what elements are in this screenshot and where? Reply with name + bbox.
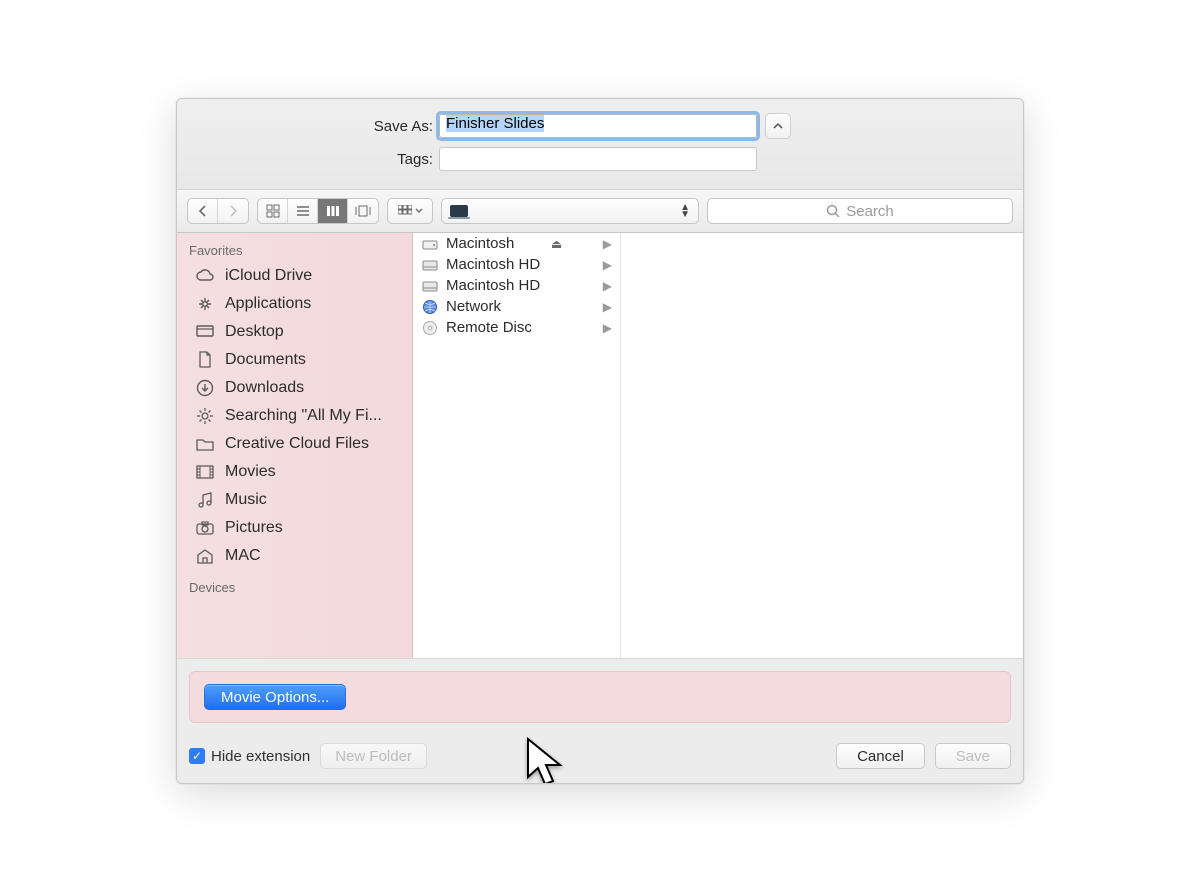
column-row[interactable]: Remote Disc ▶ bbox=[413, 317, 620, 338]
hide-extension-checkbox[interactable]: ✓ Hide extension bbox=[189, 748, 310, 765]
downloads-icon bbox=[195, 379, 215, 397]
forward-button[interactable] bbox=[218, 199, 248, 223]
tags-input[interactable] bbox=[439, 147, 757, 171]
eject-icon[interactable]: ⏏ bbox=[551, 237, 562, 251]
tags-label: Tags: bbox=[177, 151, 439, 168]
sidebar-item-home[interactable]: MAC bbox=[177, 542, 412, 570]
sidebar-item-icloud[interactable]: iCloud Drive bbox=[177, 262, 412, 290]
sidebar-item-ccfiles[interactable]: Creative Cloud Files bbox=[177, 430, 412, 458]
view-mode-segment bbox=[257, 198, 379, 224]
cancel-button[interactable]: Cancel bbox=[836, 743, 925, 769]
view-coverflow-button[interactable] bbox=[348, 199, 378, 223]
movie-options-button[interactable]: Movie Options... bbox=[204, 684, 346, 710]
browser-preview-pane bbox=[621, 233, 1023, 658]
gear-icon bbox=[195, 407, 215, 425]
computer-icon bbox=[450, 205, 468, 217]
nav-back-forward bbox=[187, 198, 249, 224]
cloud-icon bbox=[195, 267, 215, 285]
sidebar-item-smartsearch[interactable]: Searching "All My Fi... bbox=[177, 402, 412, 430]
favorites-header: Favorites bbox=[177, 233, 412, 262]
sidebar-item-pictures[interactable]: Pictures bbox=[177, 514, 412, 542]
applications-icon bbox=[195, 295, 215, 313]
save-button[interactable]: Save bbox=[935, 743, 1011, 769]
sidebar-item-applications[interactable]: Applications bbox=[177, 290, 412, 318]
column-row[interactable]: Network ▶ bbox=[413, 296, 620, 317]
sidebar: Favorites iCloud Drive Applications Desk… bbox=[177, 233, 413, 658]
sidebar-item-desktop[interactable]: Desktop bbox=[177, 318, 412, 346]
sidebar-item-downloads[interactable]: Downloads bbox=[177, 374, 412, 402]
browser-toolbar: ▲▼ Search bbox=[177, 189, 1023, 233]
saveas-input[interactable]: Finisher Slides bbox=[439, 114, 757, 138]
new-folder-button[interactable]: New Folder bbox=[320, 743, 427, 769]
column-row[interactable]: Macintosh ⏏ ▶ bbox=[413, 233, 620, 254]
search-field[interactable]: Search bbox=[707, 198, 1013, 224]
checkmark-icon: ✓ bbox=[189, 748, 205, 764]
network-icon bbox=[421, 299, 439, 315]
column-row[interactable]: Macintosh HD ▶ bbox=[413, 275, 620, 296]
chevron-right-icon: ▶ bbox=[603, 258, 612, 272]
back-button[interactable] bbox=[188, 199, 218, 223]
folder-icon bbox=[195, 435, 215, 453]
arrange-menu-button[interactable] bbox=[387, 198, 433, 224]
format-options-bar: Movie Options... bbox=[189, 671, 1011, 723]
chevron-right-icon: ▶ bbox=[603, 321, 612, 335]
hd-icon bbox=[421, 257, 439, 273]
disc-icon bbox=[421, 320, 439, 336]
desktop-icon bbox=[195, 323, 215, 341]
view-list-button[interactable] bbox=[288, 199, 318, 223]
saveas-label: Save As: bbox=[177, 118, 439, 135]
search-icon bbox=[826, 204, 840, 218]
hd-icon bbox=[421, 278, 439, 294]
chevron-right-icon: ▶ bbox=[603, 237, 612, 251]
music-icon bbox=[195, 491, 215, 509]
stepper-icon: ▲▼ bbox=[680, 204, 690, 218]
chevron-right-icon: ▶ bbox=[603, 300, 612, 314]
sidebar-item-documents[interactable]: Documents bbox=[177, 346, 412, 374]
sidebar-item-movies[interactable]: Movies bbox=[177, 458, 412, 486]
collapse-toggle-button[interactable] bbox=[765, 113, 791, 139]
dialog-header: Save As: Finisher Slides Tags: bbox=[177, 99, 1023, 189]
chevron-right-icon: ▶ bbox=[603, 279, 612, 293]
devices-header: Devices bbox=[177, 570, 412, 599]
drive-icon bbox=[421, 236, 439, 252]
location-popup-button[interactable]: ▲▼ bbox=[441, 198, 699, 224]
sidebar-item-music[interactable]: Music bbox=[177, 486, 412, 514]
view-icons-button[interactable] bbox=[258, 199, 288, 223]
file-browser: Favorites iCloud Drive Applications Desk… bbox=[177, 233, 1023, 659]
documents-icon bbox=[195, 351, 215, 369]
save-dialog: Save As: Finisher Slides Tags: bbox=[176, 98, 1024, 784]
column-row[interactable]: Macintosh HD ▶ bbox=[413, 254, 620, 275]
browser-column-1: Macintosh ⏏ ▶ Macintosh HD ▶ Macintosh H… bbox=[413, 233, 621, 658]
home-icon bbox=[195, 547, 215, 565]
dialog-bottom-bar: ✓ Hide extension New Folder Cancel Save bbox=[177, 735, 1023, 783]
view-columns-button[interactable] bbox=[318, 199, 348, 223]
movies-icon bbox=[195, 463, 215, 481]
pictures-icon bbox=[195, 519, 215, 537]
